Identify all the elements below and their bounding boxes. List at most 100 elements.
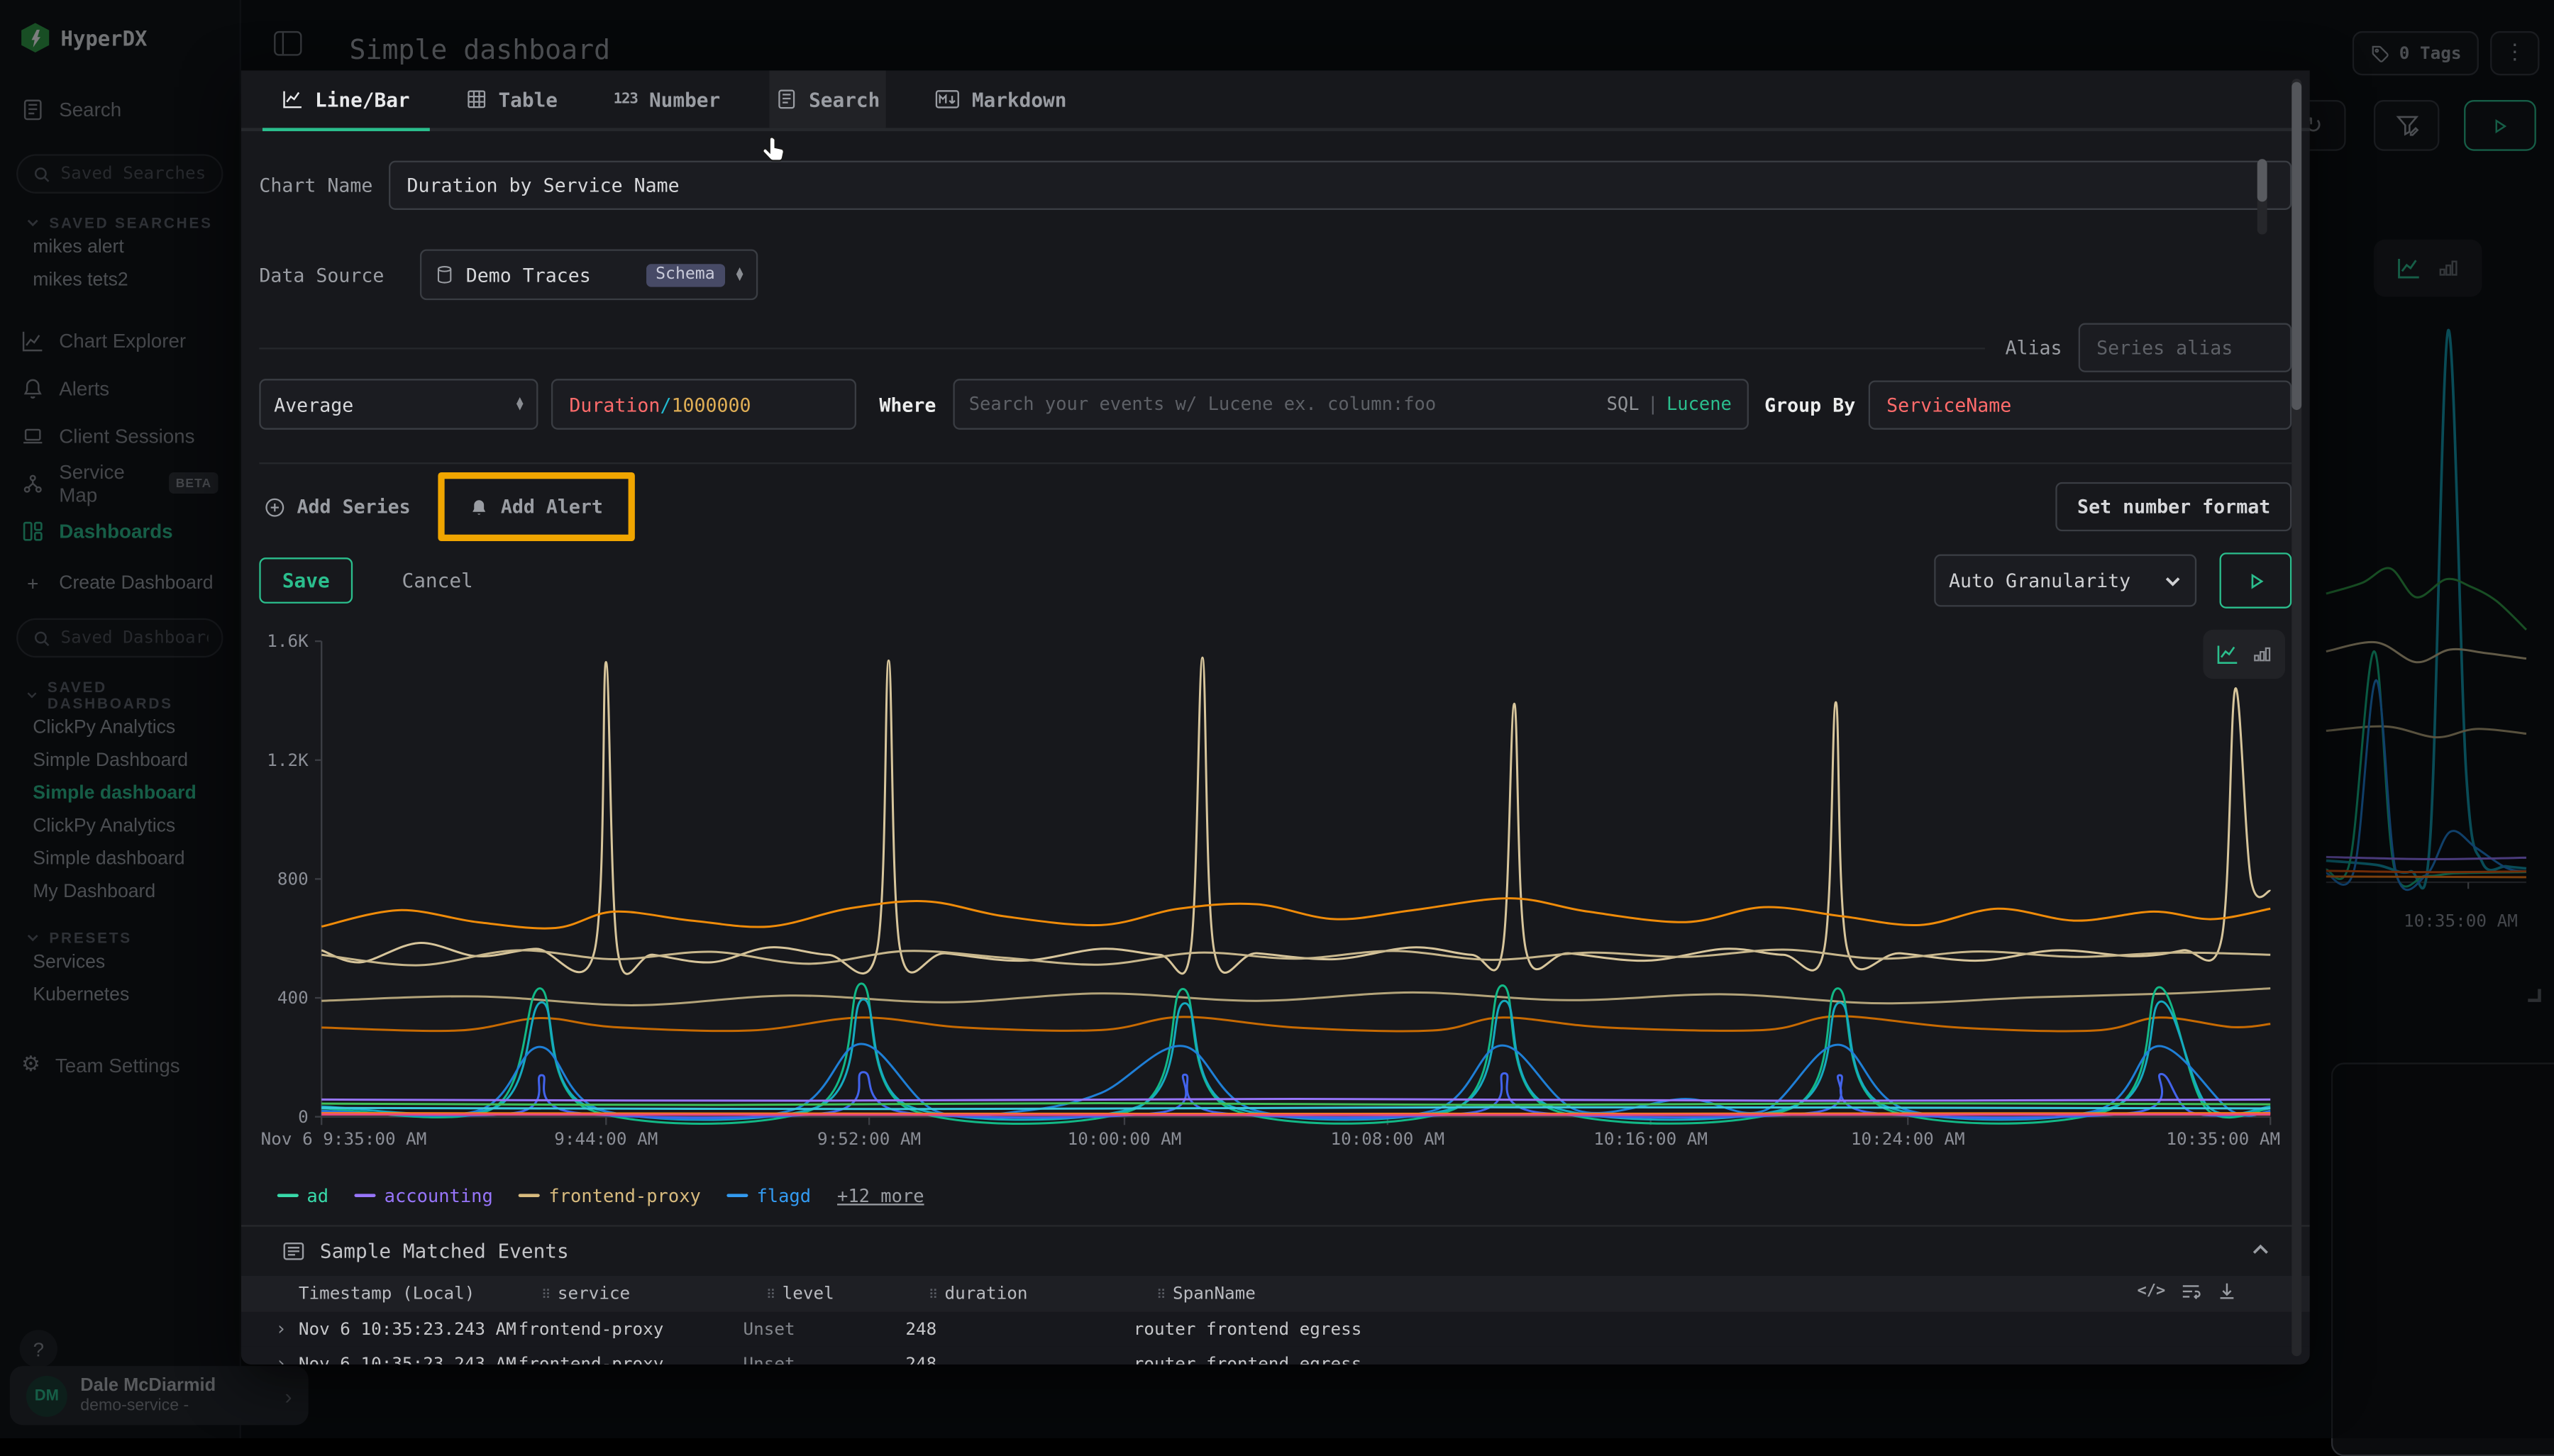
- database-icon: [435, 264, 455, 285]
- svg-text:10:00:00 AM: 10:00:00 AM: [1068, 1128, 1182, 1149]
- svg-text:10:24:00 AM: 10:24:00 AM: [1851, 1128, 1965, 1149]
- event-row[interactable]: › Nov 6 10:35:23.243 AM frontend-proxy U…: [241, 1346, 2310, 1364]
- legend-item[interactable]: flagd: [727, 1185, 811, 1206]
- modal-scrollbar-thumb[interactable]: [2292, 82, 2301, 410]
- drag-handle-icon[interactable]: ⠿: [929, 1287, 939, 1302]
- svg-text:10:16:00 AM: 10:16:00 AM: [1593, 1128, 1708, 1149]
- svg-text:800: 800: [277, 868, 309, 889]
- journal-icon: [776, 89, 797, 110]
- language-toggle[interactable]: SQL|Lucene: [1607, 394, 1732, 415]
- event-level: Unset: [743, 1354, 905, 1365]
- add-alert-button[interactable]: Add Alert: [470, 495, 603, 518]
- table-scrollbar-thumb[interactable]: [2257, 159, 2267, 201]
- select-arrows-icon: ▲▼: [736, 269, 743, 280]
- plus-circle-icon: [264, 496, 285, 517]
- chart-legend: ad accounting frontend-proxy flagd +12 m…: [277, 1179, 2292, 1212]
- aggregation-select[interactable]: Average ▲▼: [259, 379, 538, 430]
- granularity-value: Auto Granularity: [1949, 569, 2130, 591]
- expand-row-icon[interactable]: ›: [275, 1353, 298, 1365]
- svg-text:400: 400: [277, 987, 309, 1008]
- event-duration: 248: [905, 1319, 1133, 1339]
- wrap-lines-icon[interactable]: [2180, 1281, 2201, 1302]
- alias-label: Alias: [2005, 336, 2062, 359]
- tab-markdown[interactable]: Markdown: [929, 70, 1073, 128]
- formula-operator: /: [660, 393, 671, 416]
- chart-type-tabs: Line/Bar Table 123 Number Search Markdow…: [241, 70, 2310, 131]
- svg-text:1.2K: 1.2K: [267, 750, 309, 770]
- svg-text:Nov 6 9:35:00 AM: Nov 6 9:35:00 AM: [261, 1128, 427, 1149]
- chevron-up-icon: [2250, 1240, 2270, 1260]
- column-header[interactable]: ⠿duration: [929, 1284, 1156, 1304]
- data-source-label: Data Source: [259, 263, 420, 286]
- column-header[interactable]: ⠿service: [541, 1284, 766, 1304]
- tab-number[interactable]: 123 Number: [607, 70, 726, 128]
- 123-icon: 123: [614, 91, 638, 107]
- event-level: Unset: [743, 1319, 905, 1339]
- collapse-section-button[interactable]: [2250, 1240, 2270, 1265]
- svg-text:10:08:00 AM: 10:08:00 AM: [1330, 1128, 1444, 1149]
- data-source-value: Demo Traces: [466, 263, 634, 286]
- tab-search[interactable]: Search: [770, 70, 887, 128]
- sample-events-title: Sample Matched Events: [320, 1240, 569, 1262]
- modal-scrollbar: [2292, 79, 2301, 1356]
- formula-number: 1000000: [671, 393, 751, 416]
- chart-name-label: Chart Name: [259, 174, 389, 196]
- event-span-name: router frontend egress: [1134, 1354, 2310, 1365]
- schema-badge: Schema: [646, 263, 724, 286]
- app-stage: HyperDX Search SAVED SEARCHES mikes aler…: [0, 0, 2554, 1438]
- save-button[interactable]: Save: [259, 557, 353, 604]
- chart-display-toggle[interactable]: [2203, 630, 2285, 679]
- bar-chart-icon: [2252, 645, 2272, 665]
- download-icon[interactable]: [2216, 1281, 2238, 1302]
- line-chart-icon: [282, 89, 304, 110]
- drag-handle-icon[interactable]: ⠿: [766, 1287, 776, 1302]
- legend-item[interactable]: ad: [277, 1185, 328, 1206]
- event-timestamp: Nov 6 10:35:23.243 AM: [299, 1319, 519, 1339]
- expand-row-icon[interactable]: ›: [275, 1318, 298, 1340]
- legend-swatch: [355, 1194, 376, 1197]
- svg-text:9:52:00 AM: 9:52:00 AM: [817, 1128, 921, 1149]
- chart-area: 04008001.2K1.6KNov 6 9:35:00 AM9:44:00 A…: [259, 625, 2292, 1172]
- column-header[interactable]: Timestamp (Local): [299, 1284, 541, 1304]
- cancel-button[interactable]: Cancel: [402, 569, 473, 591]
- where-placeholder: Search your events w/ Lucene ex. column:…: [969, 394, 1597, 415]
- column-header[interactable]: ⠿level: [766, 1284, 929, 1304]
- duration-by-service-chart: 04008001.2K1.6KNov 6 9:35:00 AM9:44:00 A…: [259, 625, 2280, 1166]
- code-icon[interactable]: </>: [2138, 1282, 2166, 1300]
- select-arrows-icon: ▲▼: [516, 399, 524, 410]
- granularity-select[interactable]: Auto Granularity: [1934, 555, 2196, 607]
- tab-table[interactable]: Table: [459, 70, 564, 128]
- svg-text:1.6K: 1.6K: [267, 630, 309, 651]
- event-service: frontend-proxy: [519, 1354, 743, 1365]
- data-source-select[interactable]: Demo Traces Schema ▲▼: [420, 249, 758, 300]
- event-span-name: router frontend egress: [1134, 1319, 2310, 1339]
- edit-chart-modal: Line/Bar Table 123 Number Search Markdow…: [241, 70, 2310, 1364]
- chevron-down-icon: [2164, 572, 2182, 589]
- event-row[interactable]: › Nov 6 10:35:23.243 AM frontend-proxy U…: [241, 1312, 2310, 1347]
- set-number-format-button[interactable]: Set number format: [2056, 482, 2292, 531]
- group-by-value: ServiceName: [1886, 393, 2011, 416]
- legend-item[interactable]: accounting: [355, 1185, 493, 1206]
- legend-item[interactable]: frontend-proxy: [519, 1185, 701, 1206]
- where-label: Where: [879, 393, 936, 416]
- add-series-button[interactable]: Add Series: [264, 495, 410, 518]
- where-search-input[interactable]: Search your events w/ Lucene ex. column:…: [953, 379, 1748, 430]
- run-chart-button[interactable]: [2220, 552, 2292, 608]
- events-table-header: Timestamp (Local) ⠿service ⠿level ⠿durat…: [241, 1276, 2310, 1312]
- tab-line-bar[interactable]: Line/Bar: [275, 70, 416, 128]
- journal-icon: [282, 1240, 305, 1262]
- svg-text:9:44:00 AM: 9:44:00 AM: [554, 1128, 658, 1149]
- markdown-icon: [936, 89, 961, 110]
- drag-handle-icon[interactable]: ⠿: [1156, 1287, 1166, 1302]
- group-by-input[interactable]: ServiceName: [1869, 379, 2292, 428]
- chart-name-input[interactable]: [389, 161, 2292, 210]
- line-chart-icon: [2216, 643, 2239, 665]
- event-duration: 248: [905, 1354, 1133, 1365]
- table-scrollbar: [2257, 159, 2267, 234]
- drag-handle-icon[interactable]: ⠿: [541, 1287, 551, 1302]
- series-alias-input[interactable]: [2079, 323, 2292, 372]
- legend-more-link[interactable]: +12 more: [837, 1185, 924, 1206]
- value-expression-input[interactable]: Duration/1000000: [551, 379, 856, 430]
- event-service: frontend-proxy: [519, 1319, 743, 1339]
- add-alert-highlight: Add Alert: [438, 472, 634, 541]
